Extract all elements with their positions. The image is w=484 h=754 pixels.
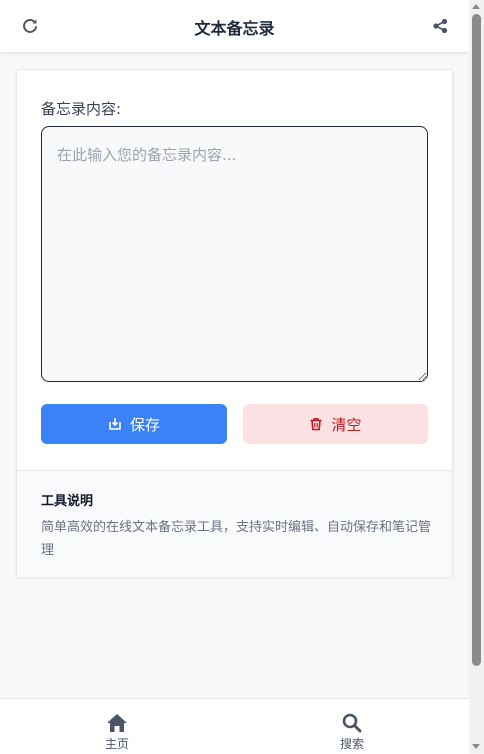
scroll-up-arrow[interactable] [472, 4, 480, 9]
memo-label: 备忘录内容: [41, 100, 122, 118]
nav-item-search[interactable]: 搜索 [292, 699, 412, 754]
memo-textarea[interactable] [41, 126, 428, 382]
trash-icon [310, 418, 322, 431]
nav-label-home: 主页 [104, 737, 129, 751]
save-button[interactable]: 保存 [41, 404, 227, 444]
top-bar: 文本备忘录 [0, 0, 469, 53]
memo-card: 备忘录内容: 保存 清空 工具说明 简单高效的在线文本备忘录工具，支持实时编辑、… [16, 69, 453, 577]
scroll-down-arrow[interactable] [472, 744, 480, 749]
help-section: 工具说明 简单高效的在线文本备忘录工具，支持实时编辑、自动保存和笔记管理 [17, 470, 452, 577]
home-icon [107, 714, 127, 732]
help-title: 工具说明 [41, 494, 94, 509]
scrollbar[interactable] [469, 0, 484, 753]
clear-button[interactable]: 清空 [243, 404, 428, 444]
help-description: 简单高效的在线文本备忘录工具，支持实时编辑、自动保存和笔记管理 [41, 520, 432, 558]
share-button[interactable] [429, 15, 451, 37]
clear-label: 清空 [331, 415, 362, 434]
save-icon [109, 418, 121, 430]
share-icon [433, 18, 448, 34]
nav-label-search: 搜索 [339, 737, 364, 751]
save-label: 保存 [129, 415, 160, 434]
page-title: 文本备忘录 [194, 19, 275, 38]
search-icon [342, 713, 362, 733]
nav-item-home[interactable]: 主页 [57, 699, 177, 754]
bottom-nav: 主页 搜索 [0, 698, 469, 754]
scrollbar-thumb[interactable] [472, 14, 481, 666]
